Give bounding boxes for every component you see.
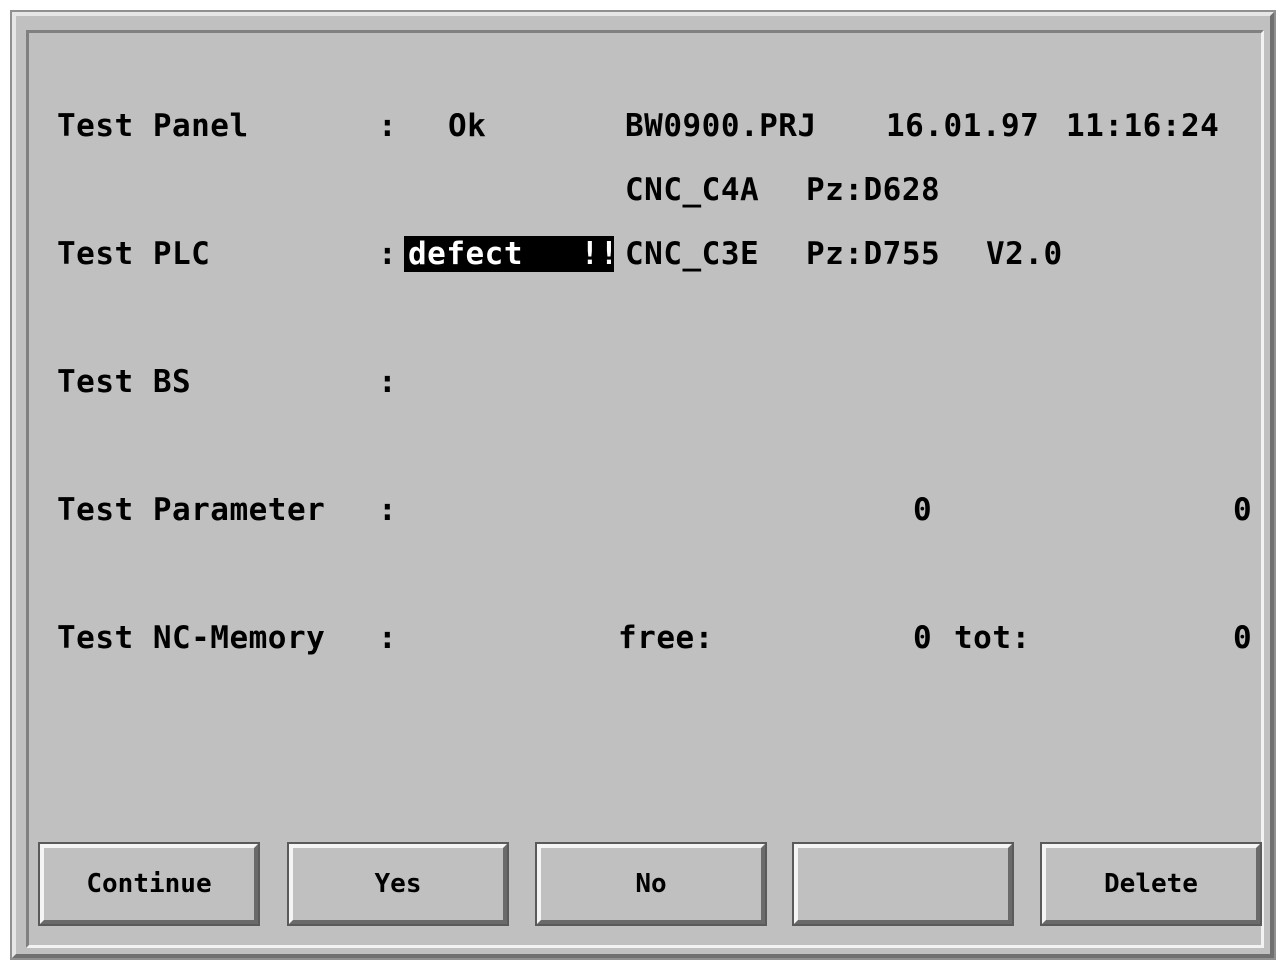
- test-screen-panel: [26, 30, 1264, 948]
- no-button[interactable]: No: [535, 842, 767, 926]
- empty-softkey-button[interactable]: [792, 842, 1014, 926]
- test-bs-colon: :: [378, 364, 398, 400]
- yes-button[interactable]: Yes: [287, 842, 509, 926]
- test-nc-memory-colon: :: [378, 620, 398, 656]
- test-bs-label: Test BS: [57, 364, 192, 400]
- cnc-c3e-module: CNC_C3E: [625, 236, 760, 272]
- test-plc-colon: :: [378, 236, 398, 272]
- test-panel-colon: :: [378, 108, 398, 144]
- memory-free-label: free:: [618, 620, 714, 656]
- test-parameter-label: Test Parameter: [57, 492, 326, 528]
- test-parameter-value-2: 0: [1233, 492, 1253, 528]
- time-display: 11:16:24: [1066, 108, 1220, 144]
- test-parameter-colon: :: [378, 492, 398, 528]
- memory-tot-value: 0: [1233, 620, 1253, 656]
- cnc-c3e-pz: Pz:D755: [806, 236, 941, 272]
- test-plc-status-badge: defect !!: [404, 236, 618, 272]
- continue-button[interactable]: Continue: [38, 842, 260, 926]
- cnc-c3e-version: V2.0: [986, 236, 1063, 272]
- test-plc-label: Test PLC: [57, 236, 211, 272]
- cnc-c4a-pz: Pz:D628: [806, 172, 941, 208]
- test-nc-memory-label: Test NC-Memory: [57, 620, 326, 656]
- test-parameter-value-1: 0: [913, 492, 933, 528]
- date-display: 16.01.97: [886, 108, 1040, 144]
- project-file-name: BW0900.PRJ: [625, 108, 817, 144]
- memory-free-value: 0: [913, 620, 933, 656]
- test-screen-window: [10, 10, 1276, 960]
- test-panel-label: Test Panel: [57, 108, 249, 144]
- memory-tot-label: tot:: [954, 620, 1031, 656]
- delete-button[interactable]: Delete: [1040, 842, 1262, 926]
- test-panel-status: Ok: [448, 108, 487, 144]
- cnc-c4a-module: CNC_C4A: [625, 172, 760, 208]
